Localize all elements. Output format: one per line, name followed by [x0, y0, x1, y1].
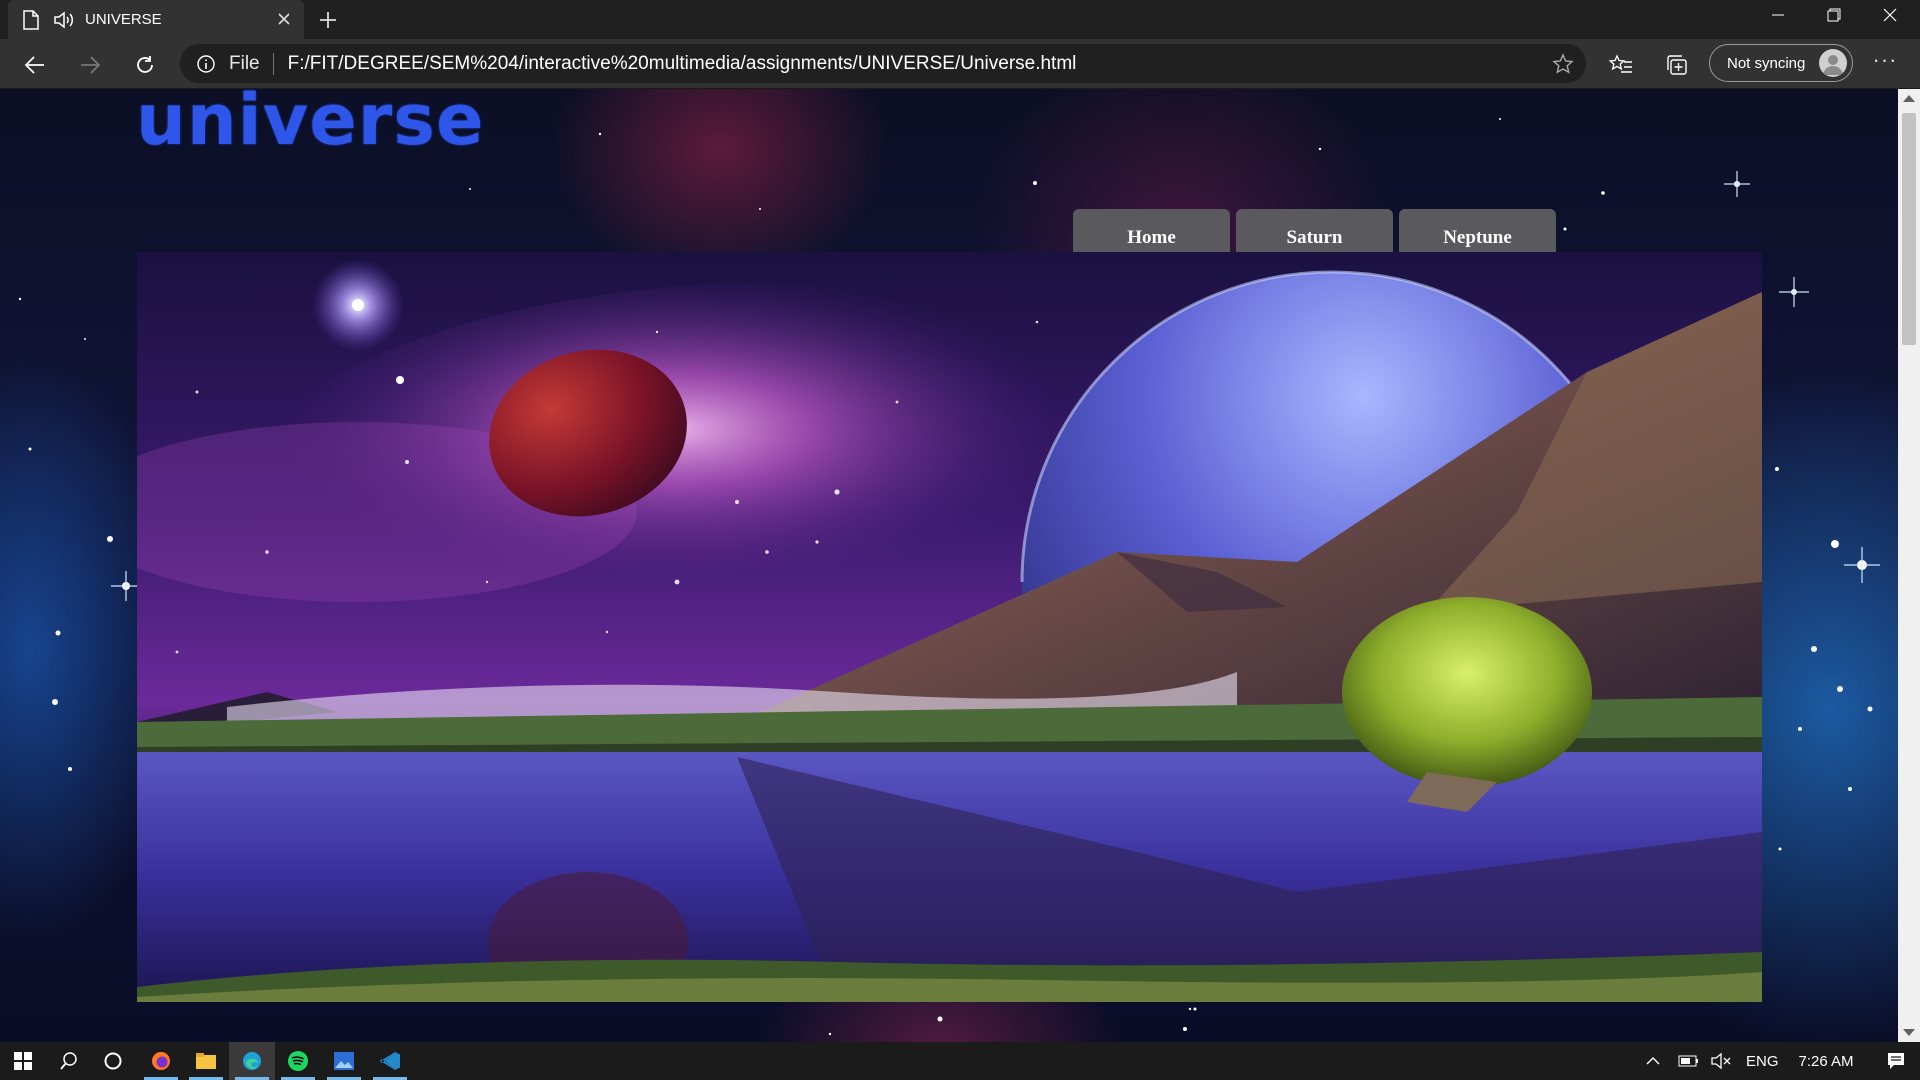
back-button[interactable]: [17, 47, 53, 83]
scroll-thumb[interactable]: [1902, 113, 1916, 345]
browser-tabbar: UNIVERSE: [0, 0, 1920, 39]
profile-sync-button[interactable]: Not syncing: [1709, 44, 1853, 82]
avatar: [1819, 49, 1847, 77]
info-icon[interactable]: [196, 54, 216, 74]
battery-icon[interactable]: [1678, 1053, 1700, 1069]
scroll-down-icon[interactable]: [1903, 1029, 1915, 1036]
taskbar-file-explorer[interactable]: [183, 1042, 229, 1080]
windows-start-icon: [14, 1052, 32, 1070]
system-tray: ENG 7:26 AM: [1644, 1042, 1906, 1080]
search-icon: [60, 1052, 77, 1070]
minimize-icon: [1772, 14, 1784, 16]
address-bar[interactable]: File F:/FIT/DEGREE/SEM%204/interactive%2…: [180, 44, 1586, 83]
nav-home-button[interactable]: Home: [1073, 209, 1230, 254]
taskbar-photos[interactable]: [321, 1042, 367, 1080]
address-url[interactable]: F:/FIT/DEGREE/SEM%204/interactive%20mult…: [288, 53, 1077, 75]
spotify-icon: [288, 1051, 308, 1071]
nav-saturn-button[interactable]: Saturn: [1236, 209, 1393, 254]
taskbar-search-button[interactable]: [46, 1042, 92, 1080]
close-window-button[interactable]: [1862, 0, 1918, 30]
forward-arrow-icon: [81, 56, 101, 74]
site-logo[interactable]: universe: [136, 89, 484, 161]
photos-icon: [334, 1052, 354, 1070]
forward-button[interactable]: [72, 47, 108, 83]
taskbar-cortana-button[interactable]: [90, 1042, 136, 1080]
browser-toolbar: File F:/FIT/DEGREE/SEM%204/interactive%2…: [0, 39, 1920, 89]
close-icon: [1883, 8, 1897, 22]
vertical-scrollbar[interactable]: [1898, 89, 1920, 1042]
file-explorer-icon: [196, 1053, 216, 1069]
firefox-icon: [152, 1052, 170, 1070]
windows-start-button[interactable]: [0, 1042, 46, 1080]
cortana-icon: [104, 1052, 122, 1070]
input-language[interactable]: ENG: [1746, 1053, 1779, 1070]
collections-icon[interactable]: [1665, 53, 1689, 77]
favorites-list-icon[interactable]: [1609, 53, 1633, 77]
hero-space-landscape-image: [137, 252, 1762, 1002]
restore-button[interactable]: [1806, 0, 1862, 30]
taskbar-spotify[interactable]: [275, 1042, 321, 1080]
restore-icon: [1827, 8, 1841, 22]
clock-time[interactable]: 7:26 AM: [1799, 1053, 1854, 1070]
favorite-star-icon[interactable]: [1552, 53, 1574, 75]
refresh-button[interactable]: [127, 47, 163, 83]
sync-label: Not syncing: [1727, 54, 1806, 72]
document-icon: [23, 9, 39, 30]
settings-more-icon[interactable]: ···: [1870, 49, 1900, 77]
browser-tab[interactable]: UNIVERSE: [8, 0, 304, 39]
page-viewport: universe Home Saturn Neptune: [0, 89, 1898, 1042]
edge-icon: [243, 1052, 261, 1070]
close-tab-icon[interactable]: [274, 9, 294, 29]
vscode-icon: [380, 1052, 400, 1070]
scroll-up-icon[interactable]: [1903, 95, 1915, 102]
speaker-muted-icon[interactable]: [1710, 1052, 1732, 1070]
address-separator: [272, 52, 274, 75]
plus-icon[interactable]: [315, 7, 341, 33]
nav-neptune-button[interactable]: Neptune: [1399, 209, 1556, 254]
main-nav: Home Saturn Neptune: [1073, 209, 1556, 254]
back-arrow-icon: [24, 56, 44, 74]
refresh-icon: [137, 56, 153, 73]
minimize-button[interactable]: [1750, 0, 1806, 30]
taskbar-edge[interactable]: [229, 1042, 275, 1080]
notifications-icon[interactable]: [1886, 1051, 1906, 1071]
taskbar-vscode[interactable]: [367, 1042, 413, 1080]
speaker-icon[interactable]: [53, 10, 75, 29]
user-icon: [1823, 55, 1843, 75]
taskbar-firefox[interactable]: [138, 1042, 184, 1080]
show-hidden-icons-icon[interactable]: [1644, 1052, 1662, 1070]
address-scheme: File: [229, 52, 260, 74]
tab-title: UNIVERSE: [85, 11, 162, 28]
windows-taskbar: ENG 7:26 AM: [0, 1042, 1920, 1080]
